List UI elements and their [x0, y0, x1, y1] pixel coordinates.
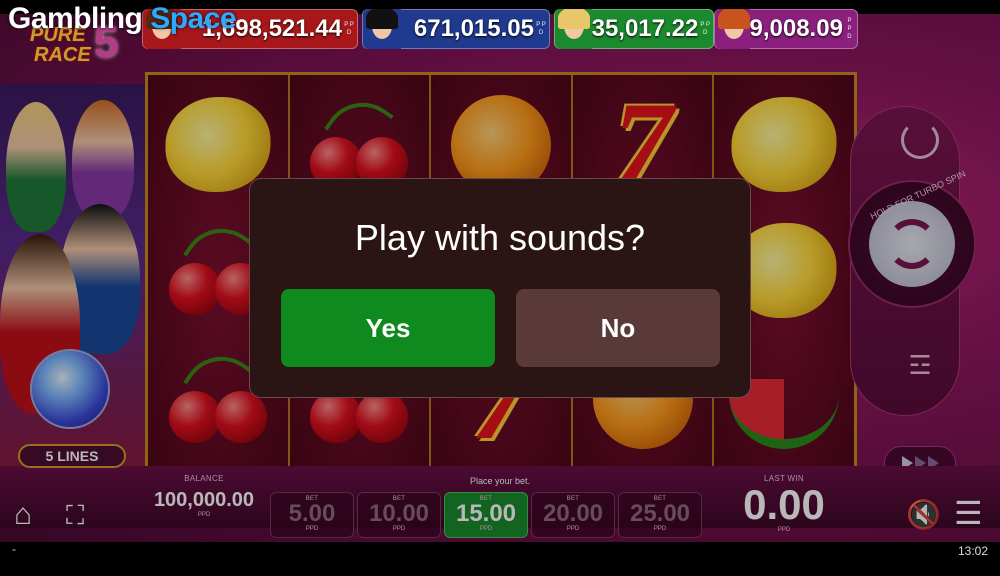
jackpot-4: 9,008.09 P P D [714, 9, 858, 49]
jackpot-unit: P P D [536, 22, 546, 36]
status-left: - [12, 542, 16, 556]
yes-button[interactable]: Yes [281, 289, 495, 367]
status-bar-bottom: - 13:02 [0, 542, 1000, 576]
jackpot-unit: P P D [847, 18, 852, 40]
jackpot-amount: 671,015.05 [413, 15, 534, 42]
jackpot-unit: P P D [344, 22, 354, 36]
no-button[interactable]: No [516, 289, 720, 367]
jackpot-avatar [715, 9, 750, 49]
jackpot-2: 671,015.05 P P D [362, 9, 550, 49]
jackpot-unit: P P D [700, 22, 710, 36]
jackpot-amount: 35,017.22 [591, 15, 699, 42]
jackpot-amount: 9,008.09 [749, 15, 843, 42]
watermark: Gambling Space [8, 2, 237, 35]
jackpot-3: 35,017.22 P P D [554, 9, 714, 49]
sound-dialog: Play with sounds? Yes No [249, 178, 751, 398]
jackpot-avatar [363, 9, 401, 49]
jackpot-avatar [555, 9, 592, 49]
clock: 13:02 [957, 544, 988, 558]
dialog-question: Play with sounds? [354, 217, 646, 258]
